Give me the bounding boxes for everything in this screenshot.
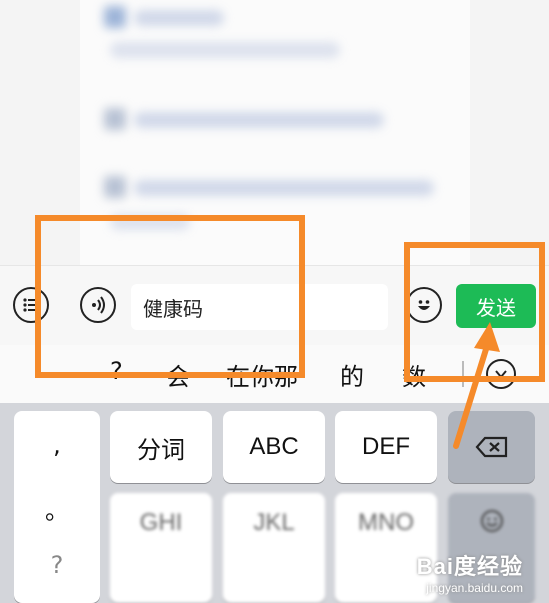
- annotation-arrow-icon: [453, 322, 500, 449]
- watermark-logo: Bai度经验: [416, 554, 523, 579]
- watermark: Bai度经验 jingyan.baidu.com: [417, 549, 523, 595]
- watermark-url: jingyan.baidu.com: [426, 581, 523, 595]
